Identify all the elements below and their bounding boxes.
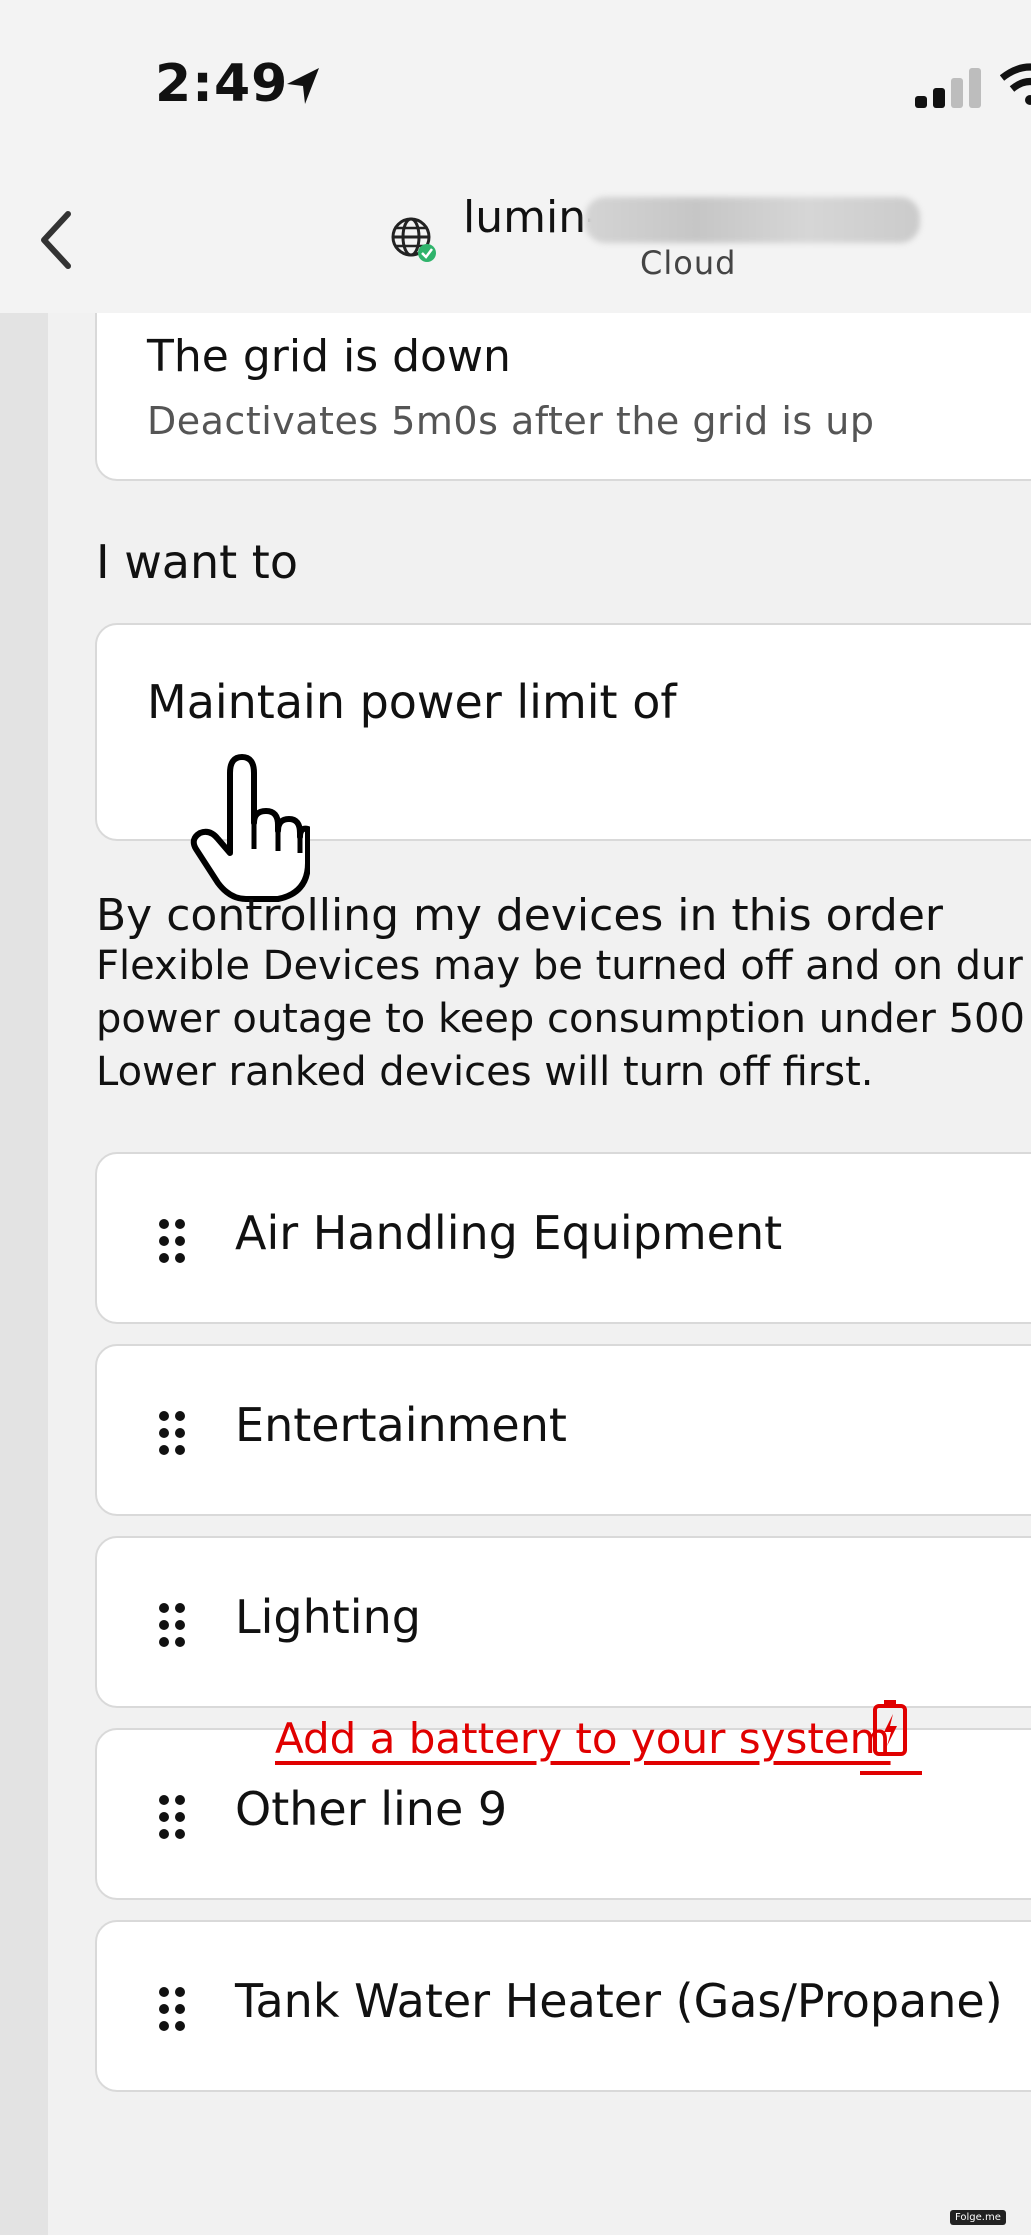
hand-pointer-cursor-icon (190, 754, 310, 902)
trigger-subtitle: Deactivates 5m0s after the grid is up (147, 399, 875, 443)
device-row[interactable]: Tank Water Heater (Gas/Propane) (95, 1920, 1031, 2092)
device-row[interactable]: Air Handling Equipment (95, 1152, 1031, 1324)
action-label: I want to (96, 535, 298, 589)
device-label: Entertainment (235, 1398, 567, 1452)
trigger-title: The grid is down (147, 331, 511, 382)
battery-icon[interactable] (870, 1698, 910, 1758)
order-desc-line: Flexible Devices may be turned off and o… (96, 943, 1023, 989)
content-area: The grid is down Deactivates 5m0s after … (48, 313, 1031, 2235)
add-battery-link[interactable]: Add a battery to your system (275, 1714, 891, 1763)
device-label: Other line 9 (235, 1782, 508, 1836)
drag-handle-icon[interactable] (157, 1794, 187, 1840)
site-name-redacted (585, 197, 920, 243)
site-subtitle: Cloud (640, 244, 737, 282)
site-title: lumin- (463, 192, 602, 243)
device-label: Tank Water Heater (Gas/Propane) (235, 1974, 1003, 2028)
top-bar: 2:49 lumin- Cloud (0, 0, 1031, 313)
drag-handle-icon[interactable] (157, 1986, 187, 2032)
trigger-card[interactable]: The grid is down Deactivates 5m0s after … (95, 313, 1031, 481)
watermark: Folge.me (950, 2210, 1006, 2225)
order-desc-line: power outage to keep consumption under 5… (96, 996, 1025, 1042)
device-row[interactable]: Entertainment (95, 1344, 1031, 1516)
order-description: By controlling my devices in this order … (96, 889, 1025, 1099)
globe-icon (391, 217, 436, 262)
order-heading: By controlling my devices in this order (96, 890, 943, 941)
drag-handle-icon[interactable] (157, 1602, 187, 1648)
location-arrow-icon (287, 68, 319, 104)
drag-handle-icon[interactable] (157, 1410, 187, 1456)
drag-handle-icon[interactable] (157, 1218, 187, 1264)
battery-link-underline (860, 1771, 922, 1775)
cellular-signal-icon (915, 68, 981, 108)
action-title: Maintain power limit of (147, 675, 677, 729)
wifi-icon (1000, 63, 1031, 105)
device-row[interactable]: Lighting (95, 1536, 1031, 1708)
device-label: Air Handling Equipment (235, 1206, 783, 1260)
device-label: Lighting (235, 1590, 421, 1644)
status-time: 2:49 (155, 54, 289, 114)
order-desc-line: Lower ranked devices will turn off first… (96, 1049, 874, 1095)
back-chevron-icon[interactable] (36, 210, 76, 270)
left-rail (0, 313, 48, 2235)
